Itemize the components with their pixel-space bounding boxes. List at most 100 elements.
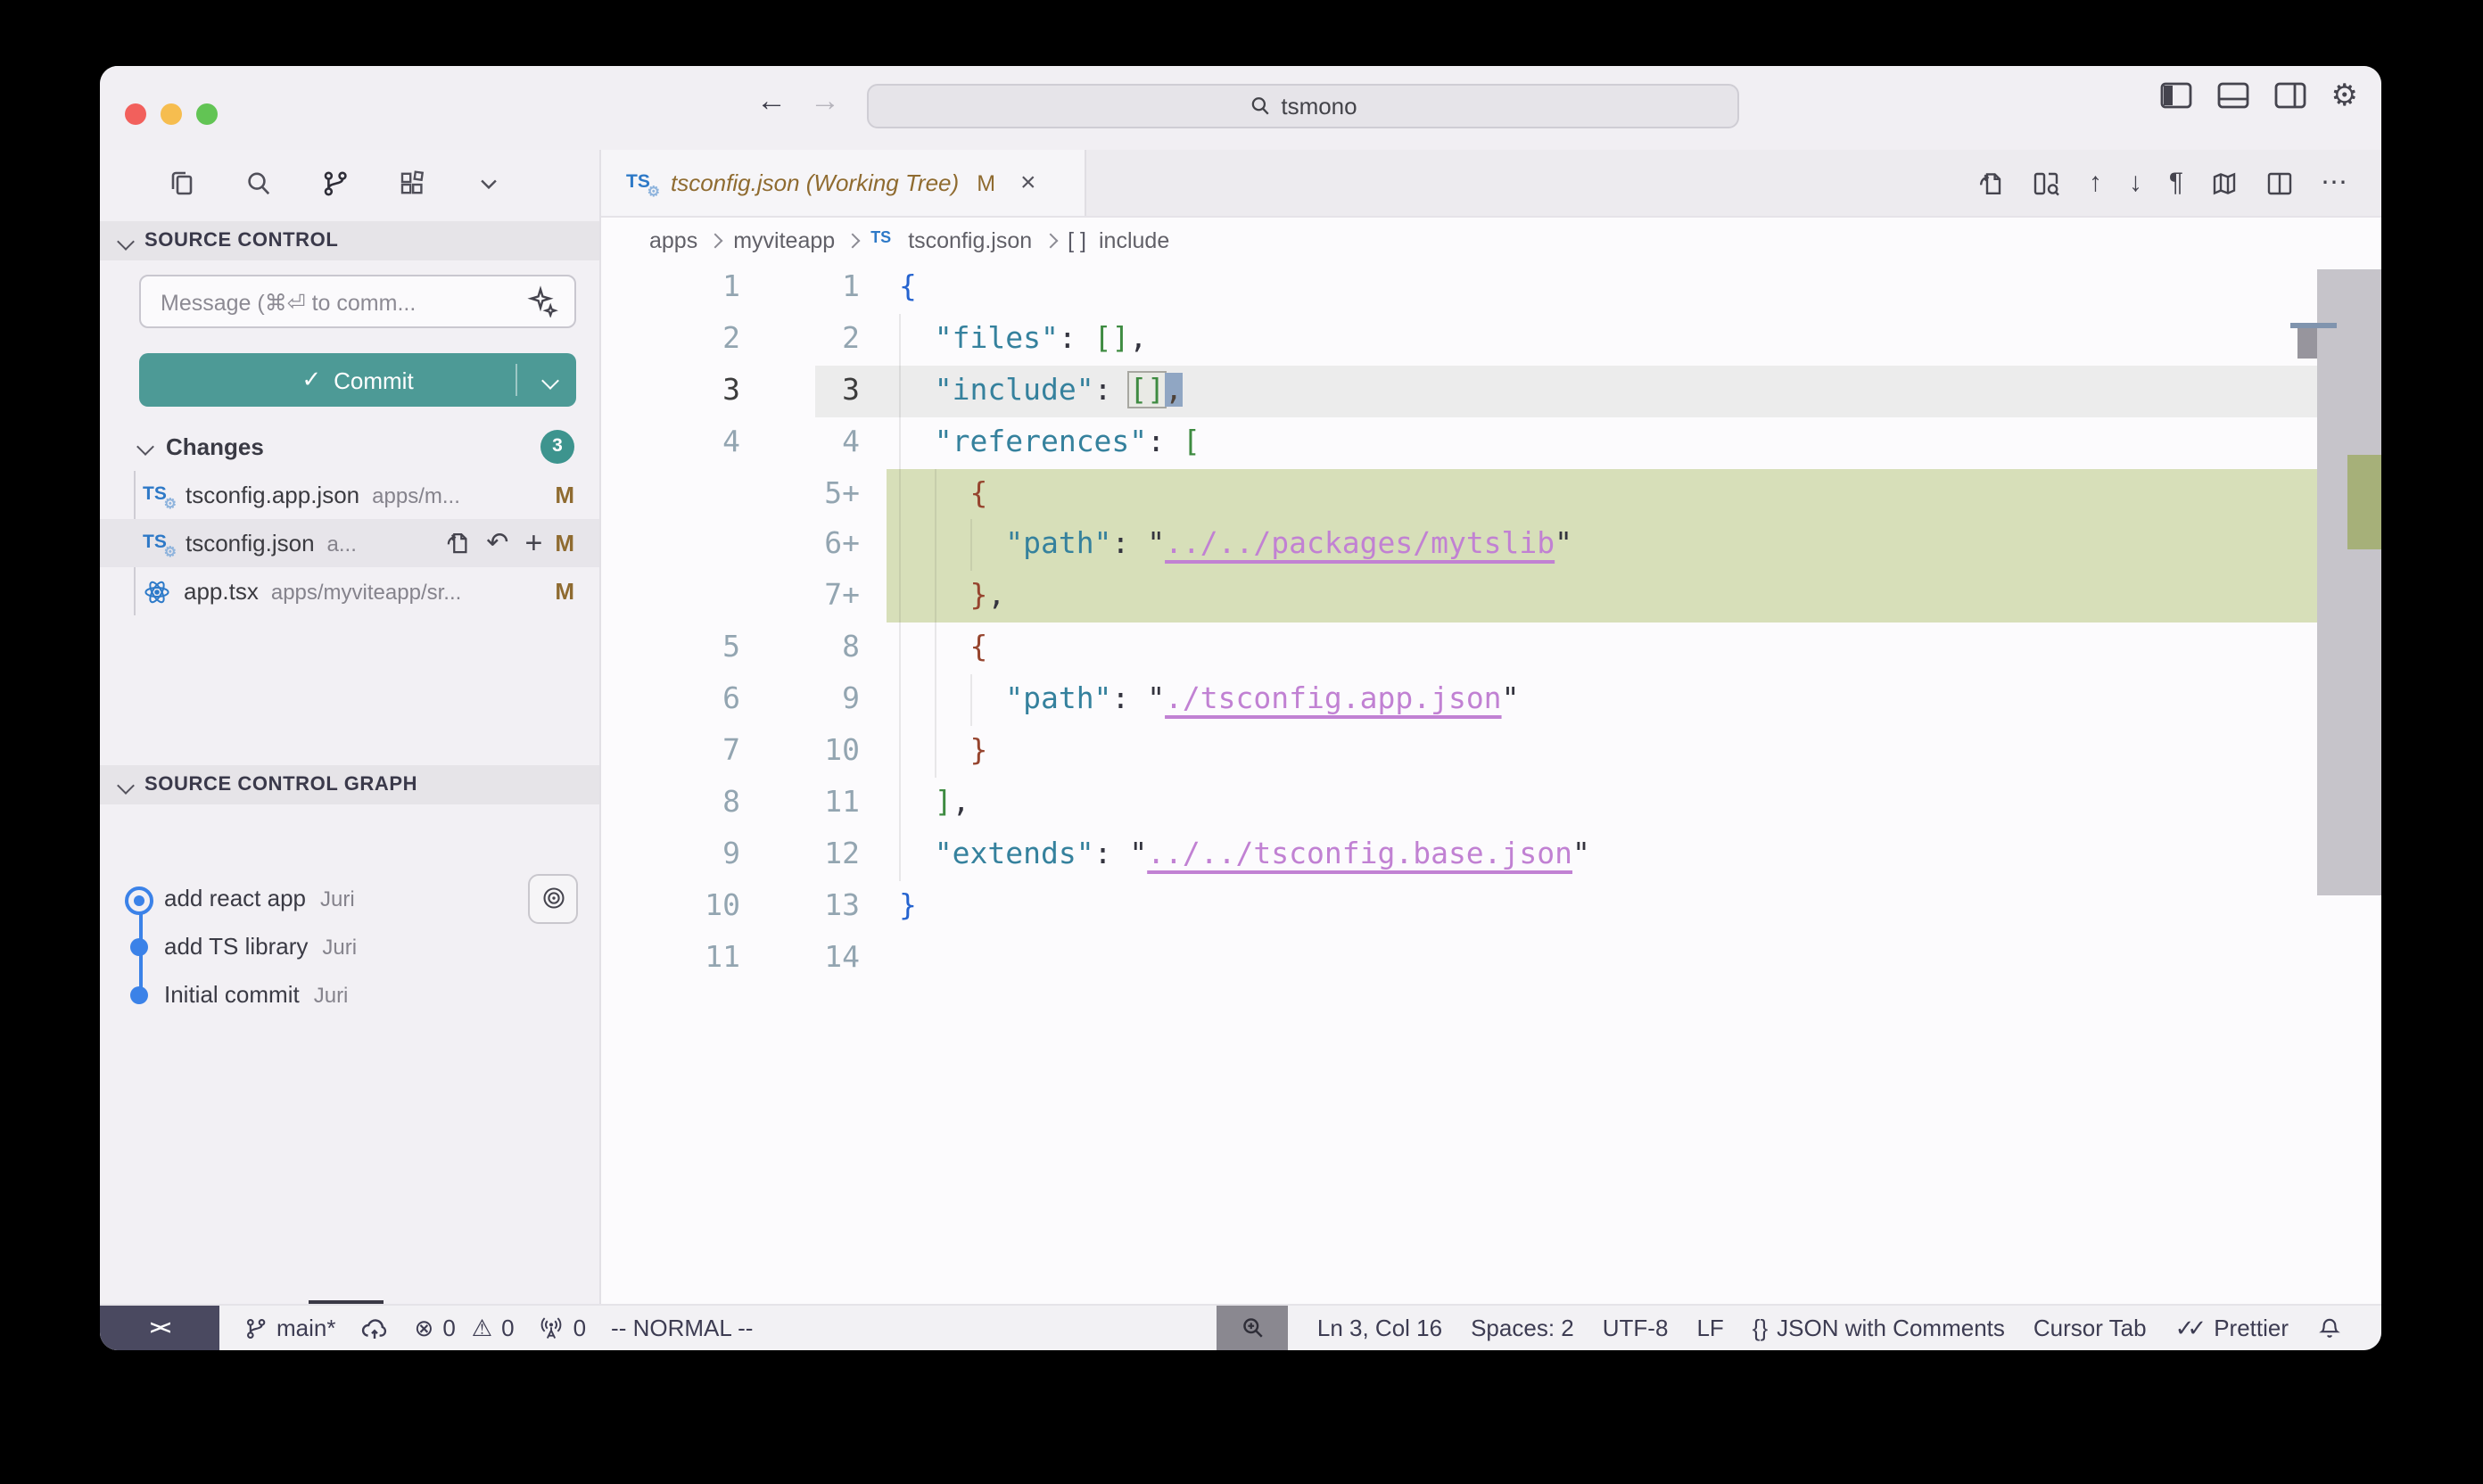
indent-guide <box>899 468 901 520</box>
file-path-link[interactable]: ./tsconfig.app.json <box>1165 681 1502 715</box>
formatter-indicator[interactable]: ✓✓ Prettier <box>2175 1306 2289 1350</box>
commit-button[interactable]: ✓ Commit <box>139 353 576 407</box>
changes-header[interactable]: Changes 3 <box>100 425 599 467</box>
show-whitespace-icon[interactable]: ¶ <box>2169 169 2183 196</box>
navigate-forward-button[interactable]: → <box>810 84 840 120</box>
sidebar-item-search[interactable] <box>243 169 273 199</box>
breadcrumb-apps[interactable]: apps <box>649 227 697 252</box>
compare-icon[interactable] <box>2032 169 2062 197</box>
overview-ruler-scrollbar[interactable] <box>2317 269 2381 895</box>
code-line[interactable]: 7+ }, <box>601 572 2381 623</box>
encoding-setting[interactable]: UTF-8 <box>1603 1306 1669 1350</box>
code-line[interactable]: 44 "references": [ <box>601 416 2381 468</box>
code-line[interactable]: 710 } <box>601 726 2381 778</box>
code-text: } <box>899 880 917 932</box>
original-line-number: 9 <box>601 829 740 881</box>
goto-head-button[interactable] <box>528 873 578 923</box>
discard-changes-icon[interactable]: ↶ <box>486 530 508 556</box>
sidebar-item-extensions[interactable] <box>396 169 426 199</box>
code-token: ] <box>935 785 953 819</box>
ts-file-icon: TS⚙ <box>143 482 173 508</box>
code-line[interactable]: 22 "files": [], <box>601 314 2381 366</box>
commit-dropdown-chevron-icon[interactable] <box>541 372 559 390</box>
split-editor-icon[interactable] <box>2265 169 2294 197</box>
code-line[interactable]: 811 ], <box>601 778 2381 829</box>
code-line[interactable]: 912 "extends": "../../tsconfig.base.json… <box>601 829 2381 881</box>
change-row-app-tsx[interactable]: app.tsx apps/myviteapp/sr... M <box>100 567 599 615</box>
target-icon <box>540 885 566 911</box>
sidebar-item-explorer[interactable] <box>166 169 196 199</box>
breadcrumb-tsconfig-json[interactable]: tsconfig.json <box>908 227 1032 252</box>
code-text: "files": [], <box>899 314 1147 366</box>
source-control-section-header[interactable]: SOURCE CONTROL <box>100 221 599 260</box>
code-line[interactable]: 58 { <box>601 622 2381 674</box>
previous-change-icon[interactable]: ↑ <box>2089 169 2102 196</box>
commit-row[interactable]: Initial commit Juri <box>100 970 599 1018</box>
modified-line-number: 6+ <box>740 520 860 572</box>
change-row-tsconfig-app-json[interactable]: TS⚙ tsconfig.app.json apps/m... M <box>100 471 599 519</box>
close-window-button[interactable] <box>125 103 146 125</box>
diff-editor[interactable]: 11{22 "files": [],33 "include": [],44 "r… <box>601 262 2381 1304</box>
navigate-back-button[interactable]: ← <box>756 84 787 120</box>
code-line[interactable]: 33 "include": [], <box>601 366 2381 417</box>
toggle-primary-sidebar-icon[interactable] <box>2160 82 2192 109</box>
go-to-file-icon[interactable] <box>1976 169 2005 197</box>
code-line[interactable]: 11{ <box>601 262 2381 314</box>
branch-indicator[interactable]: main* <box>244 1306 336 1350</box>
file-path-link[interactable]: ../../tsconfig.base.json <box>1147 837 1572 870</box>
eol-setting[interactable]: LF <box>1696 1306 1723 1350</box>
file-path-link[interactable]: ../../packages/mytslib <box>1165 527 1555 561</box>
minimize-window-button[interactable] <box>161 103 182 125</box>
close-tab-icon[interactable]: × <box>1020 168 1036 198</box>
command-center-search[interactable]: tsmono <box>867 84 1739 128</box>
change-row-tsconfig-json[interactable]: TS⚙ tsconfig.json a... ↶ + M <box>100 519 599 567</box>
problems-indicator[interactable]: ⊗ 0 ⚠ 0 <box>415 1306 515 1350</box>
remote-indicator[interactable]: >< <box>100 1306 219 1350</box>
modified-line-number: 10 <box>740 726 860 778</box>
toggle-secondary-sidebar-icon[interactable] <box>2274 82 2306 109</box>
cursor-position[interactable]: Ln 3, Col 16 <box>1317 1306 1442 1350</box>
activity-more-views[interactable] <box>473 169 503 199</box>
code-line[interactable]: 69 "path": "./tsconfig.app.json" <box>601 674 2381 726</box>
changes-label: Changes <box>166 433 264 459</box>
publish-changes-button[interactable] <box>361 1306 390 1350</box>
settings-gear-icon[interactable]: ⚙ <box>2331 82 2359 109</box>
ports-indicator[interactable]: 0 <box>540 1306 586 1350</box>
open-file-icon[interactable] <box>443 530 470 556</box>
vim-mode-indicator[interactable]: -- NORMAL -- <box>611 1306 753 1350</box>
code-line[interactable]: 5+ { <box>601 468 2381 520</box>
code-token: "path" <box>1005 527 1111 561</box>
indentation-setting[interactable]: Spaces: 2 <box>1471 1306 1574 1350</box>
language-mode[interactable]: {} JSON with Comments <box>1753 1306 2005 1350</box>
indent-guide <box>935 726 936 778</box>
indent-guide <box>899 416 901 468</box>
zoom-window-button[interactable] <box>196 103 218 125</box>
sidebar-item-source-control[interactable] <box>319 169 350 199</box>
indent-guide <box>899 520 901 572</box>
ts-file-icon: TS⚙ <box>143 530 173 556</box>
tab-tsconfig-working-tree[interactable]: TS⚙ tsconfig.json (Working Tree) M × <box>601 150 1086 216</box>
code-token: " <box>1502 681 1520 715</box>
commit-message-input[interactable]: Message (⌘⏎ to comm... <box>139 275 576 328</box>
commit-row-head[interactable]: add react app Juri <box>100 874 599 922</box>
original-line-number: 11 <box>601 932 740 984</box>
breadcrumb-myviteapp[interactable]: myviteapp <box>733 227 835 252</box>
source-control-graph-section-header[interactable]: SOURCE CONTROL GRAPH <box>100 765 599 804</box>
file-path: a... <box>327 531 432 556</box>
notifications-bell[interactable] <box>2317 1306 2342 1350</box>
stage-changes-icon[interactable]: + <box>524 528 542 558</box>
generate-commit-message-icon[interactable] <box>526 285 558 317</box>
breadcrumb-include[interactable]: include <box>1099 227 1169 252</box>
commit-row[interactable]: add TS library Juri <box>100 922 599 970</box>
modified-line-number: 4 <box>740 416 860 468</box>
breadcrumb-separator-icon <box>1043 233 1058 248</box>
map-icon[interactable] <box>2210 169 2239 197</box>
code-line[interactable]: 6+ "path": "../../packages/mytslib" <box>601 520 2381 572</box>
next-change-icon[interactable]: ↓ <box>2129 169 2142 196</box>
cursor-tab-indicator[interactable]: Cursor Tab <box>2033 1306 2147 1350</box>
toggle-panel-icon[interactable] <box>2217 82 2249 109</box>
code-line[interactable]: 1013} <box>601 880 2381 932</box>
code-line[interactable]: 1114 <box>601 932 2381 984</box>
zoom-status-item[interactable] <box>1217 1306 1289 1350</box>
more-actions-icon[interactable]: ⋯ <box>2321 169 2347 196</box>
